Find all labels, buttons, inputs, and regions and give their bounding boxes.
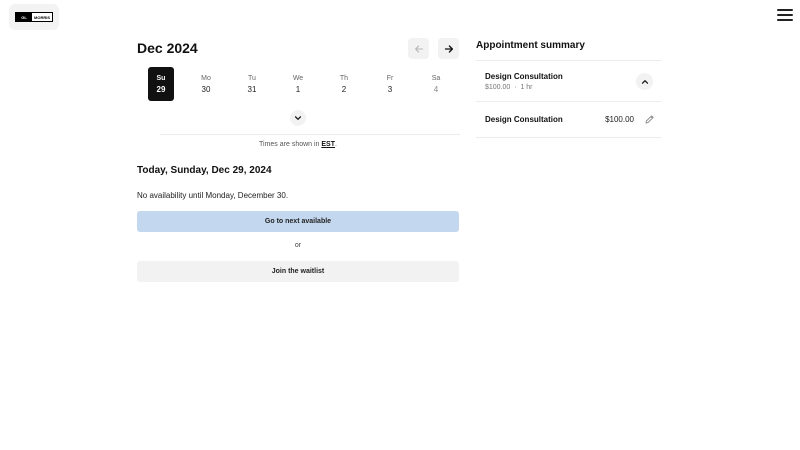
- today-heading: Today, Sunday, Dec 29, 2024: [137, 165, 272, 176]
- line-item-name: Design Consultation: [485, 114, 563, 124]
- day-number: 30: [201, 84, 211, 94]
- join-waitlist-button[interactable]: Join the waitlist: [137, 261, 459, 282]
- month-title: Dec 2024: [137, 40, 198, 56]
- timezone-prefix: Times are shown in: [259, 141, 322, 148]
- arrow-left-icon: [414, 44, 423, 53]
- chevron-up-icon: [641, 79, 648, 84]
- day-monday-30[interactable]: Mo 30: [193, 67, 219, 101]
- line-item-price: $100.00: [605, 114, 634, 124]
- prev-week-button[interactable]: [408, 38, 429, 59]
- day-thursday-2[interactable]: Th 2: [331, 67, 357, 101]
- day-saturday-4[interactable]: Sa 4: [423, 67, 449, 101]
- logo-mark: GL MORRIS: [15, 12, 53, 22]
- logo[interactable]: GL MORRIS: [9, 4, 59, 30]
- day-name: Sa: [431, 74, 441, 82]
- service-duration: 1 hr: [520, 84, 533, 91]
- day-name: Su: [156, 74, 166, 82]
- day-tuesday-31[interactable]: Tu 31: [239, 67, 265, 101]
- or-separator: or: [294, 242, 302, 249]
- next-week-button[interactable]: [438, 38, 459, 59]
- service-name: Design Consultation: [485, 72, 563, 81]
- day-number: 31: [247, 84, 257, 94]
- chevron-down-icon: [294, 116, 302, 120]
- summary-title: Appointment summary: [476, 40, 585, 51]
- availability-message: No availability until Monday, December 3…: [137, 191, 289, 200]
- appointment-summary-card: Design Consultation $100.00 · 1 hr Desig…: [476, 60, 661, 138]
- hamburger-menu-icon[interactable]: [777, 9, 793, 21]
- next-available-button[interactable]: Go to next available: [137, 211, 459, 232]
- day-strip: Su 29 Mo 30 Tu 31 We 1 Th 2 Fr 3 Sa 4: [137, 67, 459, 101]
- service-price: $100.00: [485, 84, 511, 91]
- day-number: 1: [295, 84, 301, 94]
- day-number: 4: [433, 84, 439, 94]
- logo-left: GL: [16, 13, 32, 21]
- day-name: Tu: [248, 74, 256, 82]
- day-number: 29: [156, 84, 166, 94]
- day-wednesday-1[interactable]: We 1: [285, 67, 311, 101]
- collapse-summary-button[interactable]: [636, 73, 653, 90]
- day-friday-3[interactable]: Fr 3: [377, 67, 403, 101]
- service-meta: $100.00 · 1 hr: [485, 83, 563, 93]
- logo-right: MORRIS: [32, 13, 52, 21]
- pencil-icon: [645, 114, 654, 123]
- divider: [160, 134, 460, 135]
- day-number: 3: [387, 84, 393, 94]
- day-sunday-29[interactable]: Su 29: [148, 67, 174, 101]
- arrow-right-icon: [444, 44, 453, 53]
- line-item: Design Consultation $100.00: [485, 112, 655, 126]
- day-name: Fr: [386, 74, 394, 82]
- day-name: Mo: [201, 74, 211, 82]
- expand-calendar-button[interactable]: [290, 110, 306, 126]
- day-number: 2: [341, 84, 347, 94]
- card-divider: [476, 101, 661, 102]
- service-header: Design Consultation $100.00 · 1 hr: [485, 71, 563, 93]
- timezone-link[interactable]: EST: [321, 141, 335, 148]
- edit-line-item-button[interactable]: [643, 113, 655, 125]
- timezone-note: Times are shown in EST.: [137, 141, 459, 148]
- meta-separator: ·: [514, 84, 517, 91]
- timezone-suffix: .: [335, 141, 337, 148]
- day-name: Th: [339, 74, 349, 82]
- day-name: We: [292, 74, 304, 82]
